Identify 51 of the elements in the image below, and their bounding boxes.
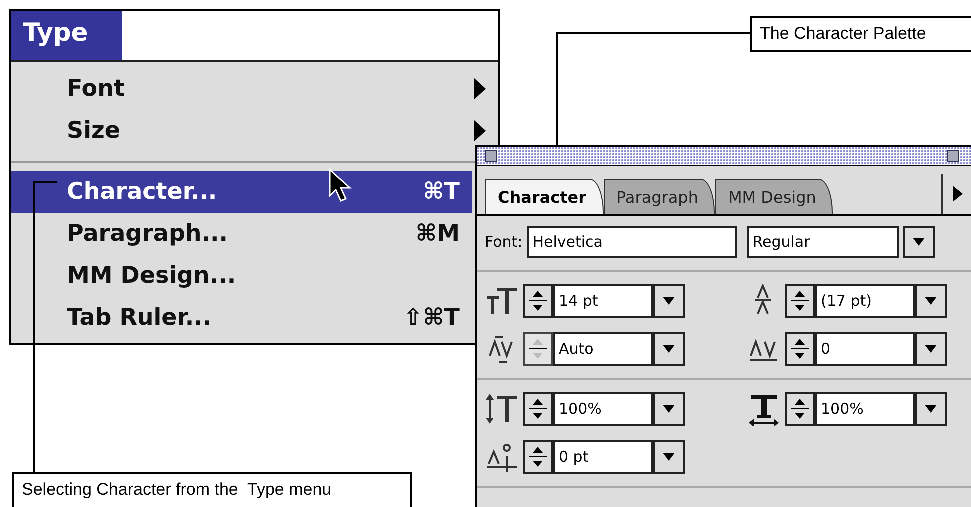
- caret-icon: [663, 345, 675, 353]
- value-field[interactable]: (17 pt): [815, 284, 915, 318]
- value-field[interactable]: 0: [815, 332, 915, 366]
- vscale-icon: [485, 392, 519, 426]
- menu-item[interactable]: Tab Ruler... ⇧⌘T: [11, 297, 472, 339]
- zoom-box-icon[interactable]: [947, 150, 959, 162]
- caret-icon: [925, 345, 937, 353]
- dropdown-button[interactable]: [915, 332, 947, 366]
- dropdown-button[interactable]: [915, 392, 947, 426]
- stepper-control[interactable]: [523, 440, 553, 474]
- caret-icon: [925, 297, 937, 305]
- caret-icon: [663, 405, 675, 413]
- caret-icon: [912, 238, 925, 246]
- right-arrow-icon: [953, 186, 963, 202]
- stepper-control[interactable]: [785, 284, 815, 318]
- submenu-arrow-icon: [474, 78, 486, 100]
- font-family-field[interactable]: Helvetica: [526, 226, 737, 258]
- dropdown-button[interactable]: [902, 226, 935, 258]
- value-field[interactable]: 14 pt: [553, 284, 653, 318]
- menu-item[interactable]: Size: [11, 110, 498, 152]
- font-label: Font:: [485, 233, 523, 251]
- value-field[interactable]: 0 pt: [553, 440, 653, 474]
- palette-tab[interactable]: Character: [485, 179, 604, 214]
- caret-icon: [663, 453, 675, 461]
- stepper-control[interactable]: [523, 284, 553, 318]
- menu-item[interactable]: Character... ⌘T: [11, 171, 472, 213]
- close-box-icon[interactable]: [485, 150, 497, 162]
- dropdown-button[interactable]: [653, 440, 685, 474]
- dropdown-button[interactable]: [915, 284, 947, 318]
- caret-icon: [663, 297, 675, 305]
- menu-title[interactable]: Type: [11, 11, 122, 60]
- callout-label: Selecting Character from the Type menu: [12, 472, 412, 507]
- dropdown-button[interactable]: [653, 332, 685, 366]
- stepper-control[interactable]: [785, 392, 815, 426]
- submenu-arrow-icon: [474, 120, 486, 142]
- menu-item[interactable]: MM Design...: [11, 255, 472, 297]
- value-field[interactable]: 100%: [553, 392, 653, 426]
- caret-icon: [925, 405, 937, 413]
- palette-tab[interactable]: MM Design: [715, 179, 834, 214]
- dropdown-button[interactable]: [653, 392, 685, 426]
- palette-tab[interactable]: Paragraph: [604, 179, 716, 214]
- font-style-field[interactable]: Regular: [746, 226, 899, 258]
- menu-item[interactable]: Paragraph... ⌘M: [11, 213, 472, 255]
- menu-item[interactable]: Font: [11, 68, 498, 110]
- pointer-icon: [328, 168, 354, 204]
- callout-label: The Character Palette: [750, 16, 971, 52]
- dropdown-button[interactable]: [653, 284, 685, 318]
- value-field[interactable]: 100%: [815, 392, 915, 426]
- stepper-control[interactable]: [785, 332, 815, 366]
- hscale-icon: [747, 392, 781, 426]
- stepper-control[interactable]: [523, 392, 553, 426]
